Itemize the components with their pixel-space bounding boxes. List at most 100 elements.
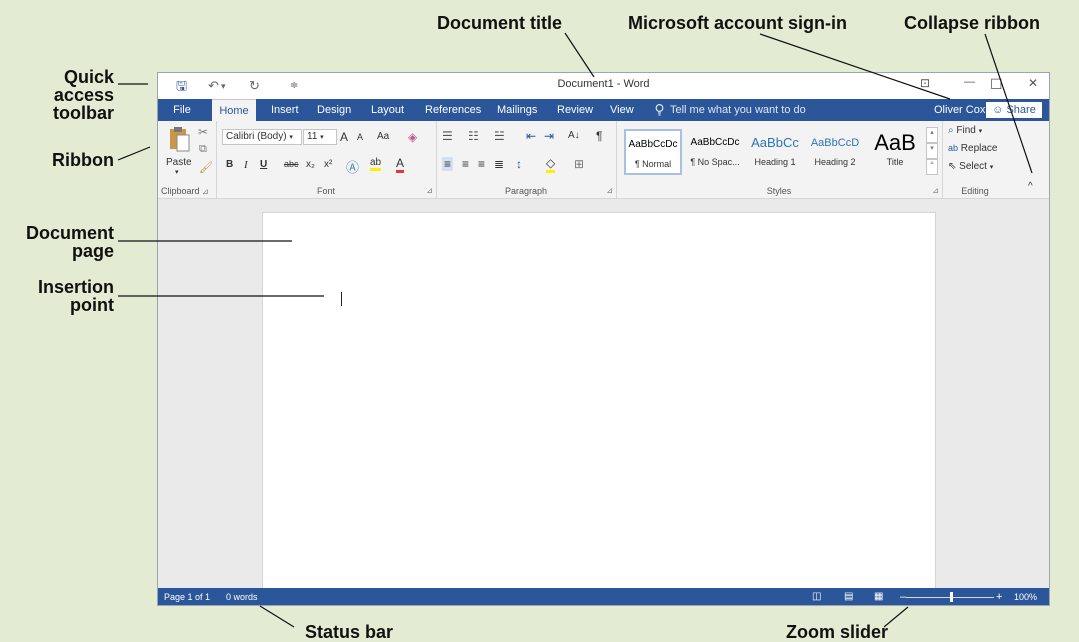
tab-file[interactable]: File xyxy=(158,99,206,121)
multilevel-list-icon[interactable]: ☱ xyxy=(494,129,505,143)
show-formatting-icon[interactable]: ¶ xyxy=(596,129,602,143)
cut-icon[interactable]: ✂ xyxy=(198,125,208,139)
style-heading-1[interactable]: AaBbCc Heading 1 xyxy=(746,129,804,175)
italic-button[interactable]: I xyxy=(244,159,248,171)
styles-scroll-up-icon[interactable]: ▴ xyxy=(926,127,938,143)
tab-design[interactable]: Design xyxy=(317,99,351,121)
find-label: Find xyxy=(956,125,976,136)
paste-label[interactable]: Paste xyxy=(166,157,192,168)
chevron-down-icon: ▾ xyxy=(978,128,983,135)
replace-button[interactable]: ab Replace xyxy=(948,143,998,154)
text-effects-icon[interactable]: Ⓐ xyxy=(346,157,359,176)
highlight-color-icon[interactable]: ab xyxy=(370,157,382,171)
font-color-icon[interactable]: A xyxy=(396,156,405,173)
callout-insertion-point: Insertion point xyxy=(8,278,114,314)
change-case-button[interactable]: Aa xyxy=(377,131,389,142)
chevron-down-icon: ▾ xyxy=(320,134,324,141)
style-normal[interactable]: AaBbCcDc ¶ Normal xyxy=(624,129,682,175)
callout-qat-line-2: access xyxy=(53,85,114,105)
justify-icon[interactable]: ≣ xyxy=(494,157,504,171)
font-name-value: Calibri (Body) xyxy=(226,131,287,142)
shading-icon[interactable]: ◇ xyxy=(546,156,556,173)
align-center-icon[interactable]: ≡ xyxy=(462,157,469,171)
borders-icon[interactable]: ⊞ xyxy=(574,157,584,171)
replace-icon: ab xyxy=(948,143,959,153)
style-name: Heading 1 xyxy=(754,157,796,167)
word-count[interactable]: 0 words xyxy=(226,588,258,605)
select-label: Select xyxy=(959,161,987,172)
print-layout-icon[interactable]: ▤ xyxy=(844,588,853,605)
tab-references[interactable]: References xyxy=(425,99,481,121)
paste-icon[interactable] xyxy=(168,126,190,152)
styles-launcher-icon[interactable]: ⊿ xyxy=(932,186,939,195)
read-mode-icon[interactable]: ◫ xyxy=(812,588,821,605)
copy-icon[interactable]: ⧉ xyxy=(199,143,207,156)
style-name: Heading 2 xyxy=(814,157,856,167)
styles-more-icon[interactable]: ⩡ xyxy=(926,159,938,175)
underline-button[interactable]: U xyxy=(260,159,267,170)
bold-button[interactable]: B xyxy=(226,159,233,170)
share-label: Share xyxy=(1006,104,1036,116)
tab-insert[interactable]: Insert xyxy=(271,99,299,121)
callout-qat-line-1: Quick xyxy=(63,67,114,87)
clipboard-launcher-icon[interactable]: ⊿ xyxy=(202,187,209,196)
clipboard-group: Paste ▾ ✂ ⧉ 🖌 Clipboard ⊿ xyxy=(158,121,217,198)
paste-dropdown-icon[interactable]: ▾ xyxy=(175,168,179,176)
zoom-in-button[interactable]: + xyxy=(996,588,1002,605)
close-icon[interactable]: ✕ xyxy=(1028,76,1038,90)
bullets-icon[interactable]: ☰ xyxy=(442,129,453,143)
tell-me-search[interactable]: Tell me what you want to do xyxy=(670,99,806,121)
clipboard-label-text: Clipboard xyxy=(161,186,200,196)
align-left-icon[interactable]: ≡ xyxy=(442,157,454,171)
document-page[interactable] xyxy=(262,212,936,594)
decrease-indent-icon[interactable]: ⇤ xyxy=(526,129,536,143)
format-painter-icon[interactable]: 🖌 xyxy=(199,161,213,174)
tab-mailings[interactable]: Mailings xyxy=(497,99,537,121)
callout-doc-page-line-1: Document xyxy=(25,223,114,243)
clear-formatting-icon[interactable]: ◈ xyxy=(408,130,417,144)
maximize-icon[interactable]: ☐ xyxy=(990,76,1003,93)
callout-insertion-line-1: Insertion xyxy=(37,277,114,297)
styles-scroll-down-icon[interactable]: ▾ xyxy=(926,143,938,159)
page-count[interactable]: Page 1 of 1 xyxy=(164,588,210,605)
share-button[interactable]: ☺ Share xyxy=(986,102,1042,118)
find-button[interactable]: ⌕ Find ▾ xyxy=(948,125,982,136)
callout-ribbon: Ribbon xyxy=(52,150,114,170)
style-heading-2[interactable]: AaBbCcD Heading 2 xyxy=(806,129,864,175)
styles-group: AaBbCcDc ¶ Normal AaBbCcDc ¶ No Spac... … xyxy=(616,121,943,198)
font-size-select[interactable]: 11 ▾ xyxy=(303,129,337,145)
shrink-font-button[interactable]: A xyxy=(357,132,363,142)
zoom-slider-thumb[interactable] xyxy=(950,592,953,602)
strikethrough-button[interactable]: abc xyxy=(284,159,299,169)
tab-view[interactable]: View xyxy=(610,99,634,121)
web-layout-icon[interactable]: ▦ xyxy=(874,588,883,605)
minimize-icon[interactable]: — xyxy=(964,76,975,88)
align-right-icon[interactable]: ≡ xyxy=(478,157,485,171)
style-name: Title xyxy=(886,157,904,167)
tab-home[interactable]: Home xyxy=(212,99,256,122)
line-spacing-icon[interactable]: ↕ xyxy=(516,157,522,171)
account-name[interactable]: Oliver Cox xyxy=(934,99,985,121)
paragraph-launcher-icon[interactable]: ⊿ xyxy=(606,186,613,195)
callout-doc-page-line-2: page xyxy=(71,241,114,261)
font-launcher-icon[interactable]: ⊿ xyxy=(426,186,433,195)
font-name-select[interactable]: Calibri (Body) ▾ xyxy=(222,129,302,145)
style-no-spacing[interactable]: AaBbCcDc ¶ No Spac... xyxy=(686,129,744,175)
sort-icon[interactable]: A↓ xyxy=(568,130,580,141)
grow-font-button[interactable]: A xyxy=(340,130,348,144)
zoom-level[interactable]: 100% xyxy=(1014,588,1037,605)
style-sample: AaBbCcDc xyxy=(628,139,678,150)
tab-layout[interactable]: Layout xyxy=(371,99,404,121)
style-name: ¶ No Spac... xyxy=(690,157,740,167)
collapse-ribbon-icon[interactable]: ^ xyxy=(1028,181,1033,192)
numbering-icon[interactable]: ☷ xyxy=(468,129,479,143)
tab-review[interactable]: Review xyxy=(557,99,593,121)
subscript-button[interactable]: x₂ xyxy=(306,159,315,170)
select-button[interactable]: ⇖ Select ▾ xyxy=(948,161,993,172)
insertion-point xyxy=(341,292,342,306)
superscript-button[interactable]: x² xyxy=(324,159,332,170)
ribbon-display-options-icon[interactable]: ⊡ xyxy=(920,76,930,90)
style-title[interactable]: AaB Title xyxy=(866,129,924,175)
ribbon: Paste ▾ ✂ ⧉ 🖌 Clipboard ⊿ Calibri (Body)… xyxy=(158,121,1049,199)
increase-indent-icon[interactable]: ⇥ xyxy=(544,129,554,143)
